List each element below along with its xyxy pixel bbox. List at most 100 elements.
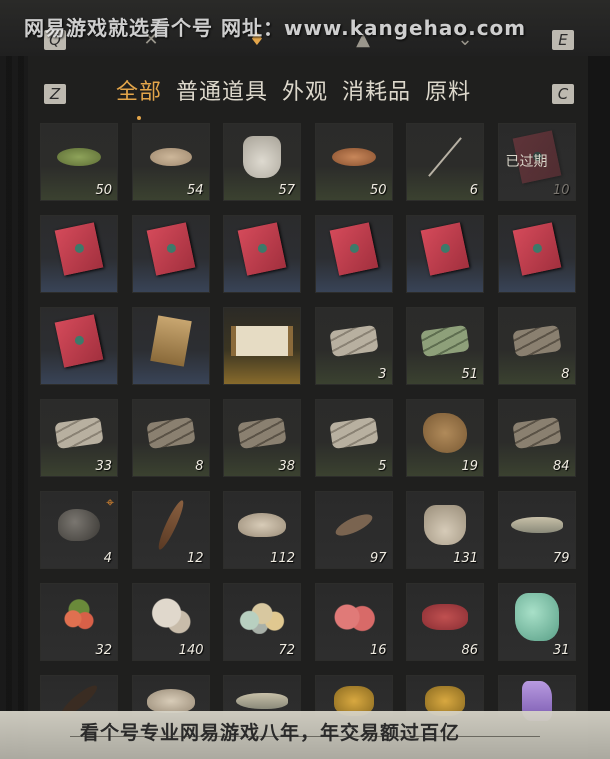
item-count: 32	[95, 643, 112, 658]
conch-shell-icon	[146, 689, 195, 714]
inventory-slot[interactable]: 72	[223, 583, 301, 661]
item-count: 38	[278, 459, 295, 474]
inventory-slot[interactable]: 51	[406, 307, 484, 385]
shrimp-icon	[332, 510, 375, 541]
expired-label: 已过期	[505, 154, 548, 170]
inventory-slot[interactable]: 79	[497, 491, 576, 569]
item-count: 33	[95, 459, 112, 474]
inventory-slot[interactable]: 140	[131, 583, 210, 661]
item-count: 10	[552, 183, 570, 198]
feather-icon	[154, 498, 187, 552]
red-envelope-icon	[420, 222, 470, 276]
oyster-shell-icon	[238, 513, 286, 538]
tab-all[interactable]: 全部	[116, 78, 162, 120]
eggs-icon	[237, 600, 287, 635]
herb-powder-icon	[57, 148, 101, 167]
inventory-slot[interactable]: 57	[223, 123, 301, 201]
item-count: 97	[369, 551, 387, 566]
inventory-slot[interactable]: 8	[497, 307, 576, 385]
crosshair-marker-icon: ⌖	[106, 495, 114, 511]
inventory-slot[interactable]: 5	[314, 399, 393, 477]
item-count: 131	[453, 551, 478, 566]
inventory-slot[interactable]: 112	[223, 491, 301, 569]
inventory-slot[interactable]	[223, 307, 301, 385]
next-category-key-badge[interactable]: E	[552, 30, 574, 50]
inventory-slot[interactable]: 131	[406, 491, 484, 569]
inventory-slot[interactable]	[131, 307, 210, 385]
item-count: 72	[278, 643, 295, 658]
oak-logs-icon	[145, 417, 196, 450]
tab-normal-items[interactable]: 普通道具	[176, 78, 268, 110]
arrows-icon	[428, 137, 462, 178]
berries-icon	[59, 599, 99, 636]
inventory-slot[interactable]	[406, 215, 484, 293]
ore-rock-icon	[58, 509, 100, 542]
inventory-slot[interactable]	[40, 215, 118, 293]
item-count: 8	[561, 367, 570, 382]
red-envelope-icon	[146, 222, 195, 276]
inventory-slot[interactable]: 16	[314, 583, 393, 661]
item-count: 140	[178, 643, 204, 658]
item-count: 84	[552, 459, 570, 474]
tab-appearance[interactable]: 外观	[282, 78, 328, 110]
bamboo-logs-icon	[420, 325, 470, 358]
fur-pelt-icon	[423, 413, 467, 454]
filter-tabs: 全部 普通道具 外观 消耗品 原料	[116, 78, 485, 120]
item-count: 19	[461, 459, 478, 474]
dark-logs-icon	[511, 325, 562, 358]
item-count: 16	[369, 643, 387, 658]
inventory-slot[interactable]: 33	[40, 399, 118, 477]
meat-chunks-icon	[330, 602, 377, 633]
tab-consumables[interactable]: 消耗品	[342, 78, 411, 110]
inventory-slot[interactable]: 54	[131, 123, 210, 201]
inventory-slot[interactable]	[40, 307, 118, 385]
painting-scroll-icon	[231, 326, 293, 357]
inventory-slot[interactable]: 32	[40, 583, 118, 661]
red-envelope-icon	[329, 222, 378, 276]
inventory-slot[interactable]	[497, 215, 576, 293]
fish-icon	[510, 517, 563, 534]
inventory-slot[interactable]: 50	[40, 123, 118, 201]
inventory-slot[interactable]	[131, 215, 210, 293]
mushroom-icon	[148, 597, 193, 638]
item-count: 8	[195, 459, 204, 474]
grain-bag-icon	[424, 505, 466, 546]
item-count: 51	[461, 367, 478, 382]
inventory-slot[interactable]: 12	[131, 491, 210, 569]
wooden-tablet-icon	[149, 315, 192, 367]
item-count: 31	[552, 643, 570, 658]
watermark-bottom: 看个号专业网易游戏八年，年交易额过百亿	[80, 722, 461, 744]
red-envelope-icon	[237, 222, 287, 276]
item-count: 57	[278, 183, 295, 198]
pale-logs-icon	[328, 417, 379, 450]
inventory-slot[interactable]: 31	[497, 583, 576, 661]
inventory-slot[interactable]: 6	[406, 123, 484, 201]
steak-icon	[422, 604, 468, 631]
item-count: 50	[369, 183, 387, 198]
inventory-slot[interactable]	[223, 215, 301, 293]
inventory-slot[interactable]: 8	[131, 399, 210, 477]
item-count: 6	[469, 183, 478, 198]
inventory-slot[interactable]: 84	[497, 399, 576, 477]
tab-materials[interactable]: 原料	[425, 78, 471, 110]
inventory-slot[interactable]: 19	[406, 399, 484, 477]
inventory-slot[interactable]: 50	[314, 123, 393, 201]
inventory-slot[interactable]: 3	[314, 307, 393, 385]
watermark-top: 网易游戏就选看个号 网址：www.kangehao.com	[24, 16, 527, 40]
inventory-slot[interactable]: ⌖ 4	[40, 491, 118, 569]
jade-stone-icon	[514, 593, 559, 642]
inventory-slot[interactable]	[314, 215, 393, 293]
next-tab-key-badge[interactable]: C	[552, 84, 574, 104]
birch-logs-icon	[328, 325, 379, 358]
firewood-icon	[511, 417, 562, 450]
item-count: 54	[186, 183, 204, 198]
cloth-sack-icon	[243, 136, 281, 179]
item-count: 5	[378, 459, 387, 474]
inventory-slot[interactable]: 86	[406, 583, 484, 661]
red-envelope-icon	[54, 222, 104, 276]
item-count: 86	[461, 643, 478, 658]
prev-tab-key-badge[interactable]: Z	[44, 84, 66, 104]
inventory-slot[interactable]: 已过期 10	[497, 123, 576, 201]
inventory-slot[interactable]: 97	[314, 491, 393, 569]
inventory-slot[interactable]: 38	[223, 399, 301, 477]
